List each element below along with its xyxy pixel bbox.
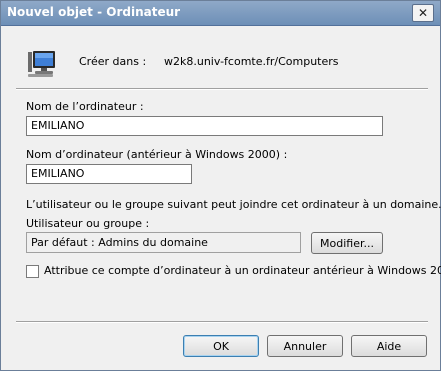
help-button[interactable]: Aide — [351, 335, 427, 357]
computer-name-label: Nom de l’ordinateur : — [26, 100, 144, 113]
pre2000-checkbox-label: Attribue ce compte d’ordinateur à un ord… — [44, 264, 441, 277]
join-description: L’utilisateur ou le groupe suivant peut … — [26, 198, 441, 211]
separator-bottom — [16, 321, 428, 323]
computer-icon — [28, 51, 55, 77]
create-in-path: w2k8.univ-fcomte.fr/Computers — [164, 55, 339, 68]
user-group-label: Utilisateur ou groupe : — [26, 217, 150, 230]
close-button[interactable]: ✕ — [412, 4, 434, 22]
separator-top — [16, 88, 428, 90]
ok-button[interactable]: OK — [183, 335, 259, 357]
create-in-label: Créer dans : — [79, 55, 147, 68]
title-bar[interactable]: Nouvel objet - Ordinateur ✕ — [1, 1, 440, 26]
new-computer-dialog: Nouvel objet - Ordinateur ✕ Créer dans :… — [0, 0, 441, 371]
modify-button[interactable]: Modifier... — [311, 232, 383, 254]
pre2000-checkbox[interactable] — [26, 265, 39, 278]
close-icon: ✕ — [417, 6, 429, 20]
window-title: Nouvel objet - Ordinateur — [7, 5, 181, 19]
cancel-button[interactable]: Annuler — [267, 335, 343, 357]
computer-name-input[interactable]: EMILIANO — [26, 116, 383, 136]
user-group-field: Par défaut : Admins du domaine — [26, 232, 301, 253]
pre2000-name-input[interactable]: EMILIANO — [26, 164, 192, 184]
pre2000-name-label: Nom d’ordinateur (antérieur à Windows 20… — [26, 148, 288, 161]
